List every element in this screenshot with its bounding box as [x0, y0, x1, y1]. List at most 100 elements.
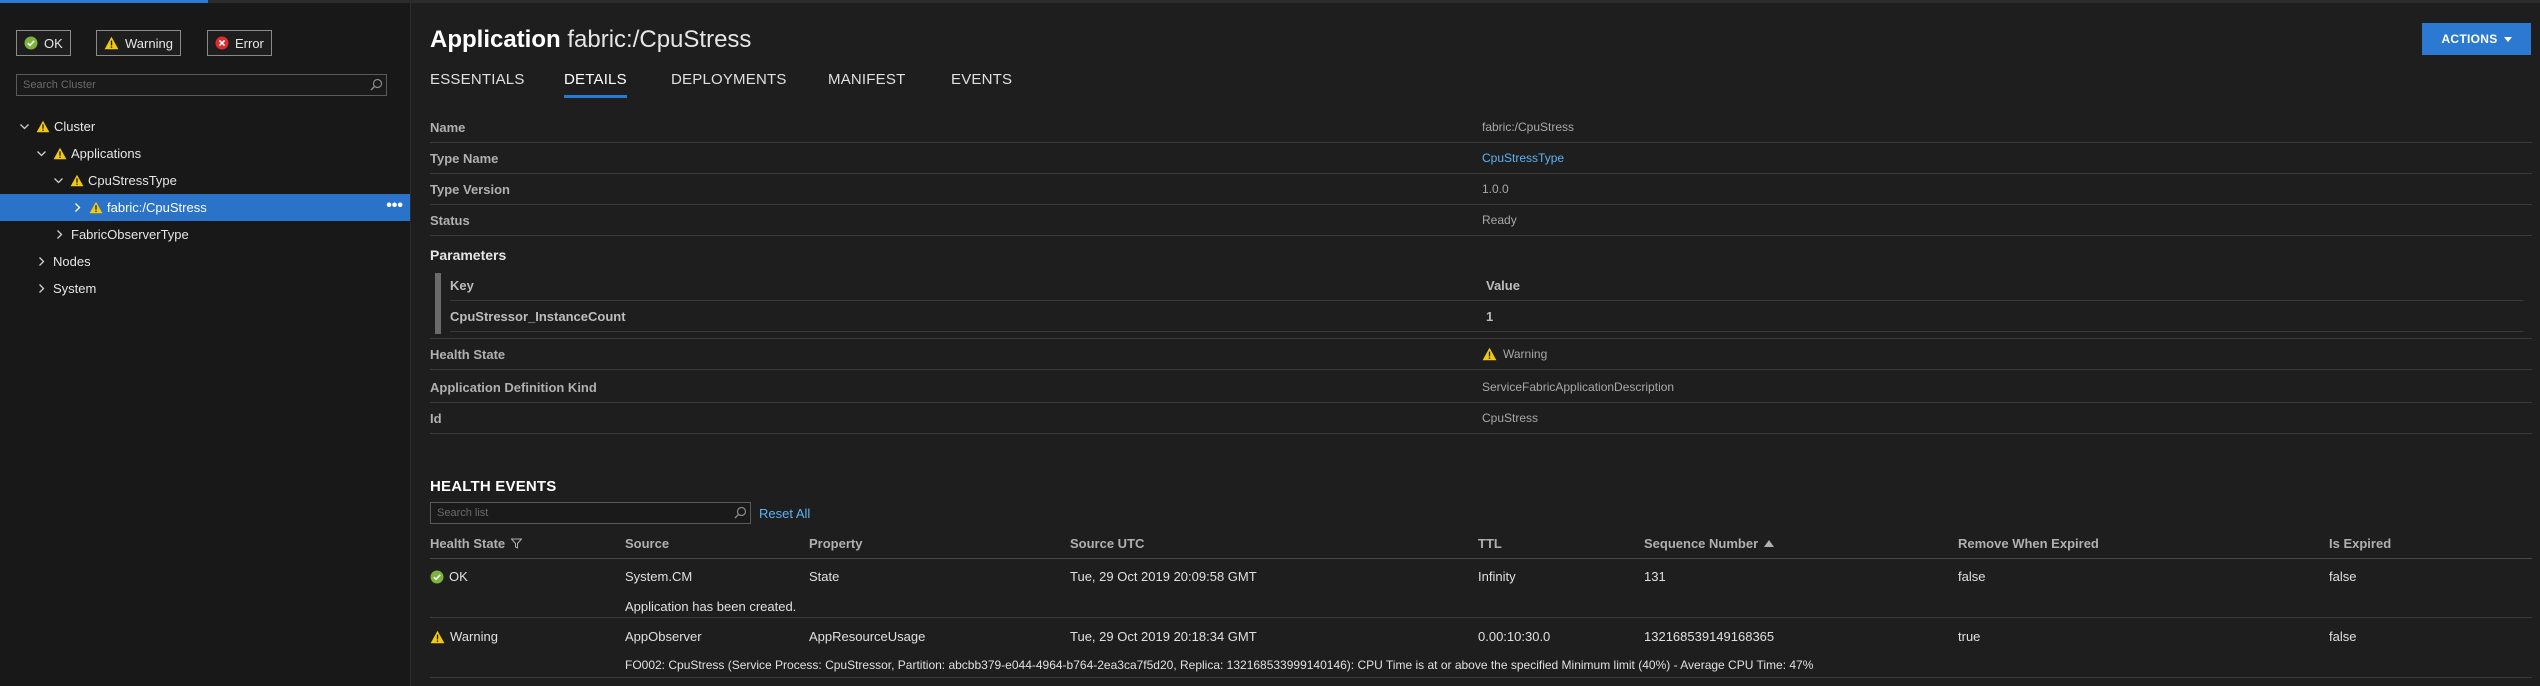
is-expired-cell: false [2329, 569, 2357, 584]
row-divider [430, 677, 2532, 678]
tab-events[interactable]: EVENTS [951, 71, 1012, 88]
row-divider [430, 617, 2532, 618]
warning-icon [89, 201, 103, 214]
page-title-prefix: Application [430, 26, 561, 53]
column-header-sequence-number[interactable]: Sequence Number [1644, 536, 1775, 551]
reset-all-link[interactable]: Reset All [759, 506, 810, 521]
filter-ok-button[interactable]: OK [16, 30, 71, 56]
warning-icon [104, 36, 119, 50]
detail-label: Id [430, 410, 442, 426]
health-state-text: OK [449, 569, 468, 584]
sequence-number-cell: 131 [1644, 569, 1666, 584]
column-header-is-expired[interactable]: Is Expired [2329, 536, 2391, 551]
detail-row-health-state: Health State Warning [430, 339, 2532, 370]
tab-essentials[interactable]: ESSENTIALS [430, 71, 525, 88]
detail-value: CpuStress [1482, 411, 1539, 425]
tree-item-cpustresstype[interactable]: CpuStressType [0, 167, 410, 194]
remove-when-expired-cell: true [1958, 629, 1981, 644]
parameter-value: 1 [1486, 309, 1494, 324]
check-circle-icon [24, 36, 38, 50]
event-description: FO002: CpuStress (Service Process: CpuSt… [625, 658, 1814, 672]
tree-item-nodes[interactable]: Nodes [0, 248, 410, 275]
cluster-search-input[interactable] [17, 75, 386, 95]
chevron-right-icon[interactable] [35, 283, 47, 295]
ttl-cell: 0.00:10:30.0 [1478, 629, 1551, 644]
tab-manifest[interactable]: MANIFEST [828, 71, 905, 88]
chevron-down-icon[interactable] [18, 121, 30, 133]
detail-label: Type Version [430, 181, 510, 197]
detail-row-status: Status Ready [430, 205, 2532, 236]
parameters-key-header: Key [450, 278, 474, 293]
detail-row-type-version: Type Version 1.0.0 [430, 174, 2532, 205]
actions-button[interactable]: ACTIONS [2422, 23, 2531, 55]
detail-label: Application Definition Kind [430, 379, 597, 395]
filter-ok-label: OK [44, 35, 63, 51]
sort-ascending-icon [1764, 540, 1775, 547]
tree-item-applications[interactable]: Applications [0, 140, 410, 167]
page-title-name: fabric:/CpuStress [567, 26, 752, 53]
detail-row-id: Id CpuStress [430, 403, 2532, 434]
search-icon[interactable] [734, 506, 747, 522]
health-state-text: Warning [450, 629, 498, 644]
filter-warning-button[interactable]: Warning [96, 30, 181, 56]
column-header-source-utc[interactable]: Source UTC [1070, 536, 1144, 551]
list-search-box [430, 502, 751, 524]
tree-item-label: Nodes [53, 254, 91, 269]
chevron-right-icon[interactable] [53, 229, 65, 241]
tree-item-label: Applications [71, 146, 142, 161]
caret-down-icon [2503, 36, 2512, 42]
parameters-accent-bar [435, 273, 441, 334]
tree-item-fabricobservertype[interactable]: FabricObserverType [0, 221, 410, 248]
column-header-property[interactable]: Property [809, 536, 862, 551]
parameters-row: CpuStressor_InstanceCount 1 [450, 302, 2523, 332]
property-cell: State [809, 569, 840, 584]
warning-icon [70, 174, 84, 187]
tree-item-cluster[interactable]: Cluster [0, 113, 410, 140]
chevron-right-icon[interactable] [71, 202, 83, 214]
column-header-source[interactable]: Source [625, 536, 669, 551]
main-panel: Application fabric:/CpuStress ACTIONS ES… [430, 3, 2532, 686]
error-circle-icon [215, 36, 229, 50]
detail-label: Status [430, 212, 470, 228]
chevron-right-icon[interactable] [35, 256, 47, 268]
list-search-input[interactable] [431, 503, 750, 523]
property-cell: AppResourceUsage [809, 629, 926, 644]
more-options-icon[interactable]: ••• [386, 198, 403, 214]
tab-details[interactable]: DETAILS [564, 71, 627, 98]
type-name-link[interactable]: CpuStressType [1482, 151, 1564, 165]
cluster-search-box [16, 74, 387, 96]
detail-label: Type Name [430, 150, 499, 166]
tree-item-label: fabric:/CpuStress [107, 200, 207, 215]
column-header-label: Sequence Number [1644, 536, 1759, 551]
parameters-value-header: Value [1486, 278, 1520, 293]
detail-value: Ready [1482, 213, 1517, 227]
tree-item-label: FabricObserverType [71, 227, 189, 242]
is-expired-cell: false [2329, 629, 2357, 644]
column-header-label: Health State [430, 536, 506, 551]
chevron-down-icon[interactable] [35, 148, 47, 160]
column-header-ttl[interactable]: TTL [1478, 536, 1502, 551]
page-title: Application fabric:/CpuStress [430, 26, 751, 54]
filter-icon[interactable] [511, 538, 523, 549]
warning-icon [36, 120, 50, 133]
detail-value: ServiceFabricApplicationDescription [1482, 380, 1675, 394]
source-cell: System.CM [625, 569, 693, 584]
chevron-down-icon[interactable] [52, 175, 64, 187]
health-state-cell: OK [430, 569, 468, 584]
filter-warning-label: Warning [125, 35, 173, 51]
detail-row-definition-kind: Application Definition Kind ServiceFabri… [430, 372, 2532, 403]
detail-label: Name [430, 119, 466, 135]
source-utc-cell: Tue, 29 Oct 2019 20:18:34 GMT [1070, 629, 1257, 644]
tree-item-label: System [53, 281, 97, 296]
actions-label: ACTIONS [2441, 32, 2498, 46]
column-header-remove-when-expired[interactable]: Remove When Expired [1958, 536, 2099, 551]
column-header-health-state[interactable]: Health State [430, 536, 523, 551]
tree-item-system[interactable]: System [0, 275, 410, 302]
search-icon[interactable] [370, 78, 383, 94]
parameters-header-row: Key Value [450, 271, 2523, 301]
health-state-cell: Warning [430, 629, 498, 644]
tree-item-fabric-cpustress[interactable]: fabric:/CpuStress ••• [0, 194, 410, 221]
tab-deployments[interactable]: DEPLOYMENTS [671, 71, 787, 88]
health-state-text: Warning [1503, 347, 1548, 361]
filter-error-button[interactable]: Error [207, 30, 272, 56]
